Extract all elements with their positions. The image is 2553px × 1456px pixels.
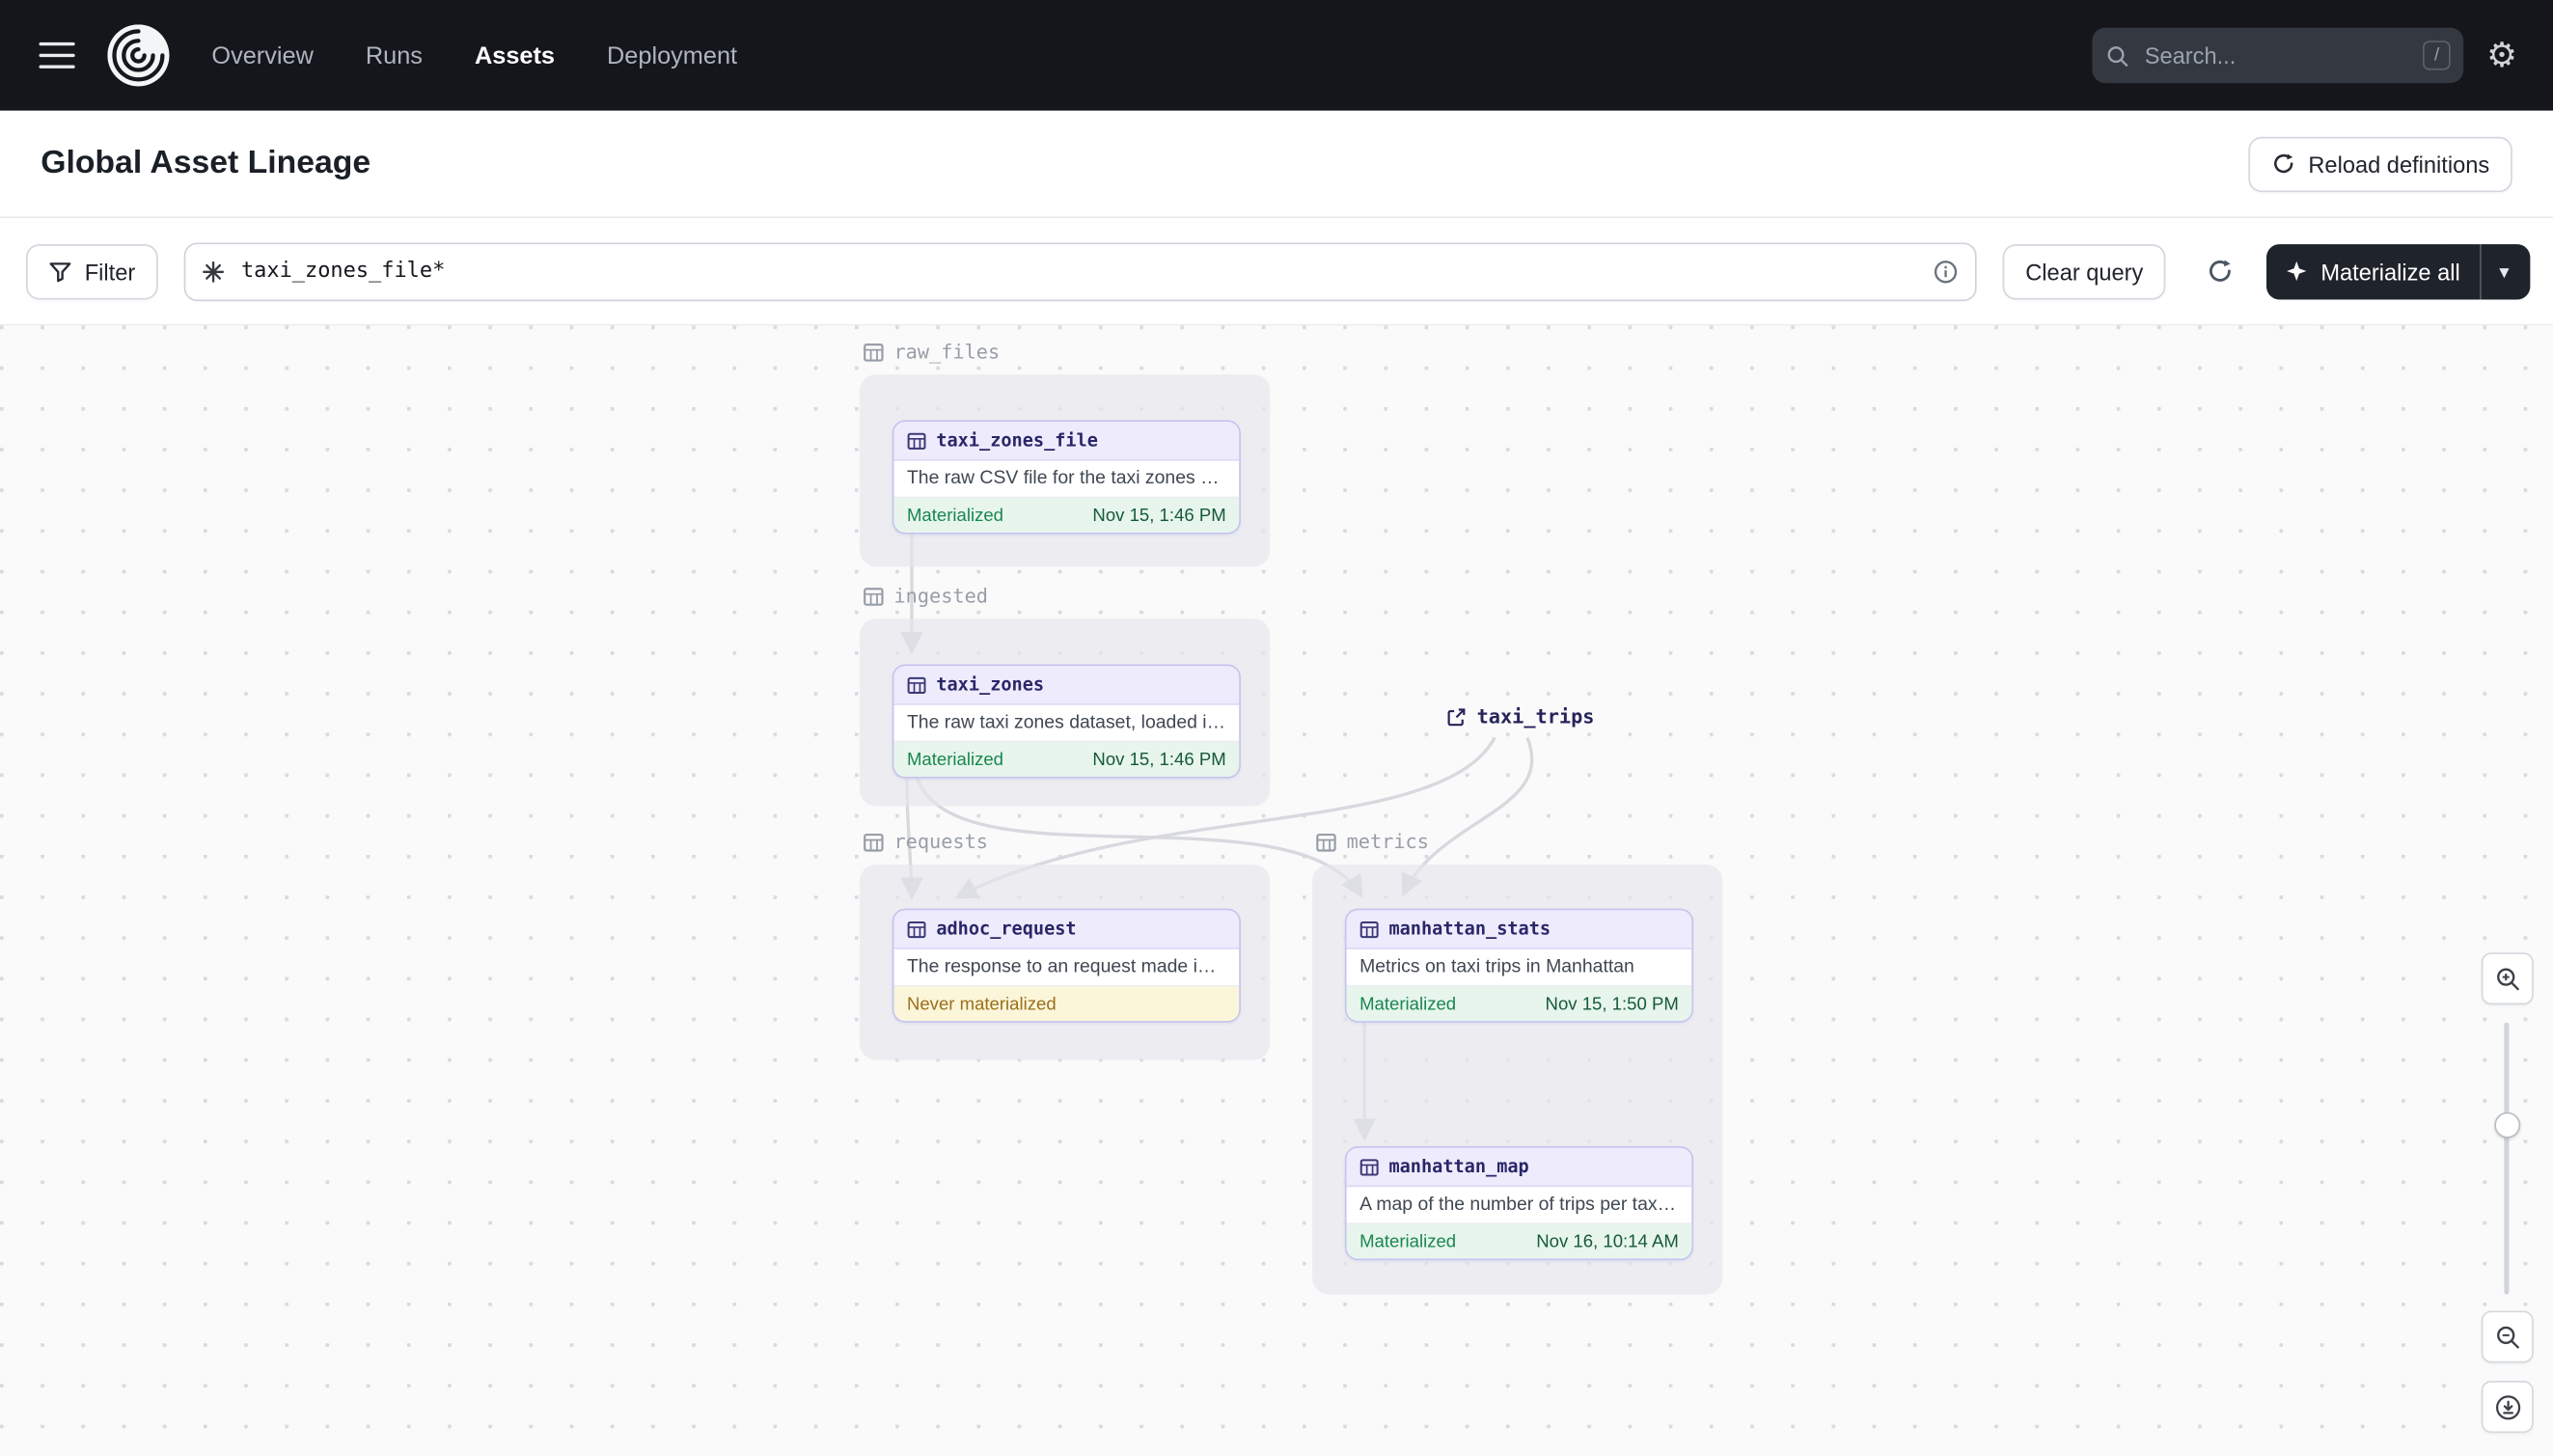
zoom-in-button[interactable]: [2481, 952, 2534, 1005]
nav-assets[interactable]: Assets: [475, 41, 555, 69]
table-icon: [907, 431, 926, 450]
asset-node-manhattan-stats[interactable]: manhattan_stats Metrics on taxi trips in…: [1344, 908, 1693, 1023]
asset-description: The raw taxi zones dataset, loaded int…: [906, 713, 1226, 733]
asset-name: taxi_zones: [936, 673, 1045, 696]
asset-name: manhattan_map: [1388, 1156, 1529, 1178]
zoom-slider-handle[interactable]: [2494, 1112, 2521, 1139]
asset-node-taxi-zones-file[interactable]: taxi_zones_file The raw CSV file for the…: [892, 420, 1241, 535]
asset-timestamp: Nov 15, 1:46 PM: [1092, 505, 1226, 526]
asset-status: Never materialized: [906, 994, 1057, 1014]
info-icon[interactable]: [1933, 258, 1959, 284]
asset-name: adhoc_request: [936, 918, 1077, 940]
asset-timestamp: Nov 16, 10:14 AM: [1536, 1231, 1679, 1251]
group-name: metrics: [1346, 830, 1429, 854]
refresh-icon: [2209, 260, 2231, 282]
group-icon: [1316, 833, 1336, 851]
search-box[interactable]: /: [2092, 27, 2464, 84]
search-shortcut-badge: /: [2423, 41, 2451, 70]
lineage-graph[interactable]: raw_files ingested requests metrics taxi…: [0, 325, 2553, 1456]
zoom-slider[interactable]: [2493, 1022, 2521, 1295]
nav-runs[interactable]: Runs: [366, 41, 423, 69]
external-asset-name: taxi_trips: [1476, 704, 1595, 728]
clear-query-button[interactable]: Clear query: [2002, 243, 2167, 299]
asset-name: manhattan_stats: [1388, 918, 1551, 940]
group-label-metrics[interactable]: metrics: [1316, 830, 1429, 854]
external-link-icon: [1447, 707, 1466, 726]
asset-timestamp: Nov 15, 1:50 PM: [1545, 994, 1679, 1014]
settings-gear-icon[interactable]: ⚙: [2486, 39, 2517, 72]
filter-button[interactable]: Filter: [26, 243, 158, 299]
group-label-ingested[interactable]: ingested: [863, 584, 988, 608]
asset-status: Materialized: [906, 505, 1004, 526]
zoom-in-icon: [2496, 967, 2518, 990]
asset-node-adhoc-request[interactable]: adhoc_request The response to an request…: [892, 908, 1241, 1023]
group-label-raw-files[interactable]: raw_files: [863, 340, 1001, 364]
page-title: Global Asset Lineage: [41, 145, 371, 181]
download-icon: [2495, 1394, 2520, 1419]
asset-description: The response to an request made in th…: [906, 957, 1226, 977]
search-input[interactable]: [2141, 41, 2412, 70]
group-icon: [864, 833, 884, 851]
asset-description: The raw CSV file for the taxi zones dat…: [906, 469, 1226, 489]
asset-node-taxi-zones[interactable]: taxi_zones The raw taxi zones dataset, l…: [892, 664, 1241, 779]
materialize-all-label: Materialize all: [2320, 258, 2460, 285]
table-icon: [1359, 920, 1379, 938]
asset-node-manhattan-map[interactable]: manhattan_map A map of the number of tri…: [1344, 1146, 1693, 1261]
dagster-logo-icon[interactable]: [107, 24, 170, 87]
group-icon: [864, 343, 884, 361]
asset-status: Materialized: [906, 750, 1004, 770]
asset-status: Materialized: [1359, 1231, 1457, 1251]
search-icon: [2107, 45, 2128, 67]
group-label-requests[interactable]: requests: [863, 830, 988, 854]
page-header: Global Asset Lineage Reload definitions: [0, 110, 2553, 219]
sparkle-icon: [2287, 261, 2308, 282]
refresh-graph-button[interactable]: [2192, 243, 2247, 298]
table-icon: [907, 675, 926, 694]
asset-selection-box[interactable]: [183, 241, 1977, 301]
lineage-toolbar: Filter Clear query Materialize all ▾: [0, 218, 2553, 326]
clear-query-label: Clear query: [2025, 258, 2144, 285]
asset-status: Materialized: [1359, 994, 1457, 1014]
refresh-icon: [2273, 153, 2292, 174]
asset-selection-input[interactable]: [237, 257, 1920, 286]
reload-definitions-label: Reload definitions: [2308, 151, 2490, 178]
group-name: raw_files: [893, 340, 1001, 364]
asset-timestamp: Nov 15, 1:46 PM: [1092, 750, 1226, 770]
download-view-button[interactable]: [2481, 1381, 2534, 1433]
table-icon: [907, 920, 926, 938]
zoom-slider-track: [2504, 1022, 2510, 1295]
menu-icon[interactable]: [39, 34, 75, 76]
group-icon: [864, 587, 884, 605]
filter-funnel-icon: [49, 261, 71, 282]
app-window: Overview Runs Assets Deployment / ⚙ Glob…: [0, 0, 2553, 1456]
nav-links: Overview Runs Assets Deployment: [211, 41, 737, 69]
button-divider: [2480, 243, 2482, 299]
table-icon: [1359, 1158, 1379, 1175]
top-nav: Overview Runs Assets Deployment / ⚙: [0, 0, 2553, 111]
external-asset-taxi-trips[interactable]: taxi_trips: [1446, 704, 1595, 728]
filter-label: Filter: [84, 258, 136, 285]
asset-description: Metrics on taxi trips in Manhattan: [1359, 957, 1634, 977]
group-name: ingested: [893, 584, 988, 608]
zoom-out-icon: [2496, 1325, 2518, 1348]
lineage-edges: [900, 531, 1534, 1141]
asset-description: A map of the number of trips per taxi z…: [1359, 1195, 1679, 1215]
materialize-all-button[interactable]: Materialize all ▾: [2266, 243, 2531, 299]
group-name: requests: [893, 830, 988, 854]
selection-syntax-icon: [203, 261, 225, 282]
materialize-caret-icon[interactable]: ▾: [2494, 260, 2513, 283]
nav-deployment[interactable]: Deployment: [607, 41, 737, 69]
nav-overview[interactable]: Overview: [211, 41, 313, 69]
zoom-out-button[interactable]: [2481, 1310, 2534, 1363]
reload-definitions-button[interactable]: Reload definitions: [2247, 135, 2512, 192]
asset-name: taxi_zones_file: [936, 429, 1098, 452]
